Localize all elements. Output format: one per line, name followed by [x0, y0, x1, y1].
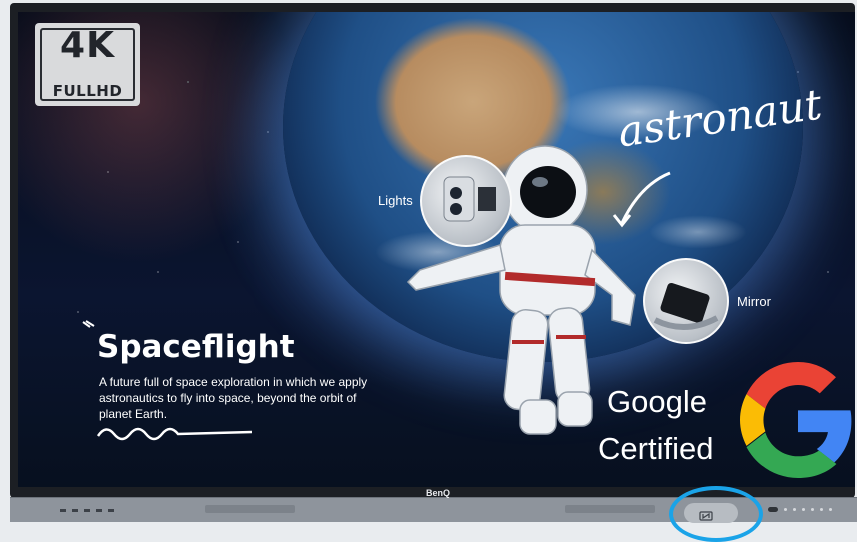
brand-logo: BenQ — [426, 488, 451, 498]
callout-mirror: Mirror — [737, 294, 771, 309]
nfc-icon — [699, 511, 713, 521]
indicator-dot — [811, 508, 814, 511]
port — [60, 509, 66, 512]
indicator-dot — [784, 508, 787, 511]
squiggle-underline-icon — [96, 427, 253, 441]
port — [96, 509, 102, 512]
certified-label: Certified — [598, 431, 714, 466]
front-ports — [60, 509, 114, 512]
power-button[interactable] — [768, 507, 778, 512]
helmet-lights-icon — [443, 176, 496, 222]
indicator-dot — [820, 508, 823, 511]
speaker-grille-right — [565, 505, 655, 513]
curved-arrow-icon — [612, 171, 671, 228]
front-indicator-dots — [768, 507, 832, 512]
slide-description: A future full of space exploration in wh… — [99, 375, 368, 421]
indicator-dot — [793, 508, 796, 511]
lights-detail-circle — [420, 155, 512, 247]
callout-lights: Lights — [378, 193, 413, 208]
indicator-dot — [829, 508, 832, 511]
google-label: Google — [607, 384, 707, 419]
indicator-dot — [802, 508, 805, 511]
port — [72, 509, 78, 512]
port — [108, 509, 114, 512]
speaker-grille-left — [205, 505, 295, 513]
title-tick-icon — [82, 320, 95, 328]
slide-title: Spaceflight — [97, 329, 295, 365]
wrist-mirror-icon — [653, 282, 719, 331]
badge-label: FULLHD — [52, 82, 123, 100]
4k-fullhd-badge: 4K FULLHD — [35, 23, 140, 106]
port — [84, 509, 90, 512]
mirror-detail-circle — [643, 258, 729, 344]
google-g-logo-icon — [740, 362, 852, 478]
badge-resolution: 4K — [60, 25, 115, 66]
